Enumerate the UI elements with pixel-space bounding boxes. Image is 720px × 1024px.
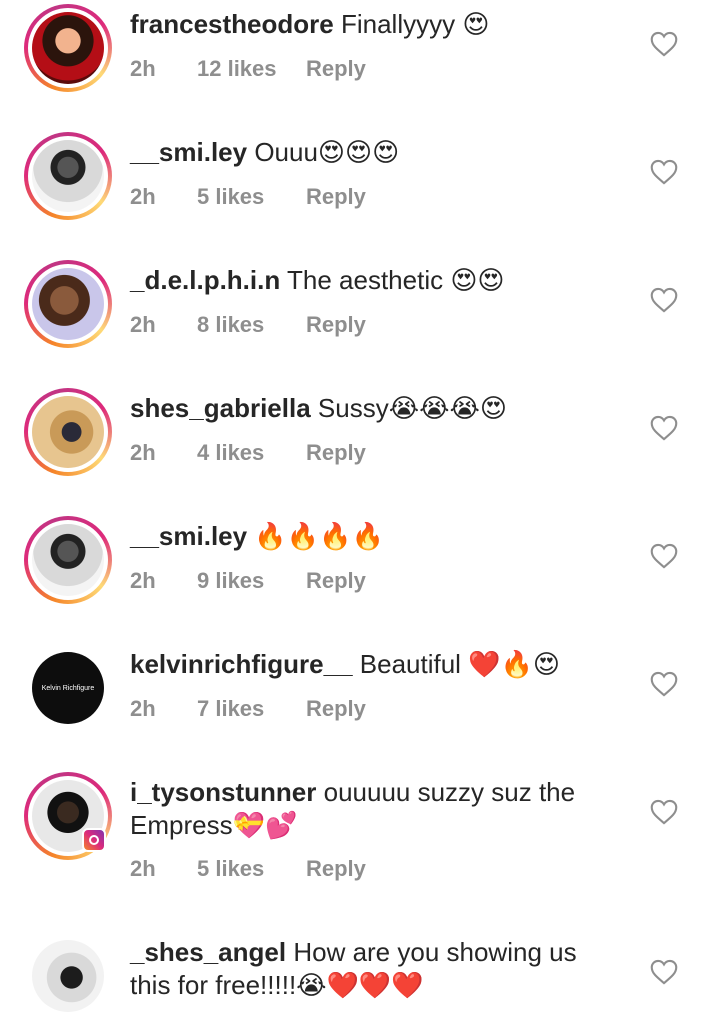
heart-icon[interactable] — [650, 415, 678, 441]
profile-photo — [32, 524, 104, 596]
instagram-icon — [82, 828, 106, 852]
heart-icon[interactable] — [650, 959, 678, 985]
comment-meta: 2h 12 likes Reply — [130, 56, 366, 82]
reply-button[interactable]: Reply — [306, 56, 366, 82]
profile-photo — [32, 140, 104, 212]
profile-photo — [32, 12, 104, 84]
comment-body: The aesthetic 😍😍 — [287, 265, 505, 295]
comment-body: Finallyyyy 😍 — [340, 9, 490, 39]
avatar[interactable] — [24, 260, 112, 348]
timestamp: 2h — [130, 856, 156, 881]
heart-icon[interactable] — [650, 159, 678, 185]
comment-meta: 2h 5 likes Reply — [130, 856, 366, 882]
avatar[interactable] — [24, 772, 112, 860]
heart-icon[interactable] — [650, 31, 678, 57]
comment-body: Sussy😭😭😭😍 — [317, 393, 507, 423]
timestamp: 2h — [130, 568, 156, 593]
timestamp: 2h — [130, 184, 156, 209]
profile-photo — [32, 940, 104, 1012]
comment-text: kelvinrichfigure__ Beautiful ❤️🔥😍 — [130, 648, 610, 681]
reply-button[interactable]: Reply — [306, 568, 366, 594]
comment-body: Ouuu😍😍😍 — [254, 137, 400, 167]
username[interactable]: shes_gabriella — [130, 393, 311, 423]
comment-text: _d.e.l.p.h.i.n The aesthetic 😍😍 — [130, 264, 610, 297]
comment-meta: 2h 4 likes Reply — [130, 440, 366, 466]
comment-meta: 2h 5 likes Reply — [130, 184, 366, 210]
heart-icon[interactable] — [650, 543, 678, 569]
profile-logo: Kelvin Richfigure — [32, 652, 104, 724]
reply-button[interactable]: Reply — [306, 184, 366, 210]
avatar[interactable] — [24, 932, 112, 1020]
timestamp: 2h — [130, 56, 156, 81]
comment-body: Beautiful ❤️🔥😍 — [359, 649, 561, 679]
reply-button[interactable]: Reply — [306, 856, 366, 882]
comment-meta: 2h 9 likes Reply — [130, 568, 366, 594]
reply-button[interactable]: Reply — [306, 312, 366, 338]
comment-text: francestheodore Finallyyyy 😍 — [130, 8, 610, 41]
timestamp: 2h — [130, 312, 156, 337]
timestamp: 2h — [130, 440, 156, 465]
comment-text: shes_gabriella Sussy😭😭😭😍 — [130, 392, 610, 425]
likes-count[interactable]: 8 likes — [197, 312, 306, 338]
likes-count[interactable]: 5 likes — [197, 184, 306, 210]
timestamp: 2h — [130, 696, 156, 721]
likes-count[interactable]: 9 likes — [197, 568, 306, 594]
avatar[interactable]: Kelvin Richfigure — [24, 644, 112, 732]
comment-body: 🔥🔥🔥🔥 — [254, 521, 384, 551]
comment-text: __smi.ley Ouuu😍😍😍 — [130, 136, 610, 169]
heart-icon[interactable] — [650, 671, 678, 697]
username[interactable]: __smi.ley — [130, 521, 247, 551]
heart-icon[interactable] — [650, 287, 678, 313]
username[interactable]: francestheodore — [130, 9, 334, 39]
profile-photo — [32, 268, 104, 340]
username[interactable]: _d.e.l.p.h.i.n — [130, 265, 280, 295]
comment-text: i_tysonstunner ouuuuu suzzy suz the Empr… — [130, 776, 600, 842]
profile-photo — [32, 396, 104, 468]
likes-count[interactable]: 7 likes — [197, 696, 306, 722]
comment-meta: 2h 8 likes Reply — [130, 312, 366, 338]
reply-button[interactable]: Reply — [306, 696, 366, 722]
avatar[interactable] — [24, 132, 112, 220]
username[interactable]: _shes_angel — [130, 937, 286, 967]
likes-count[interactable]: 5 likes — [197, 856, 306, 882]
heart-icon[interactable] — [650, 799, 678, 825]
likes-count[interactable]: 12 likes — [197, 56, 306, 82]
reply-button[interactable]: Reply — [306, 440, 366, 466]
username[interactable]: i_tysonstunner — [130, 777, 316, 807]
comment-meta: 2h 7 likes Reply — [130, 696, 366, 722]
avatar[interactable] — [24, 516, 112, 604]
username[interactable]: __smi.ley — [130, 137, 247, 167]
comment-text: __smi.ley 🔥🔥🔥🔥 — [130, 520, 610, 553]
avatar[interactable] — [24, 4, 112, 92]
comment-text: _shes_angel How are you showing us this … — [130, 936, 610, 1002]
likes-count[interactable]: 4 likes — [197, 440, 306, 466]
avatar[interactable] — [24, 388, 112, 476]
username[interactable]: kelvinrichfigure__ — [130, 649, 353, 679]
